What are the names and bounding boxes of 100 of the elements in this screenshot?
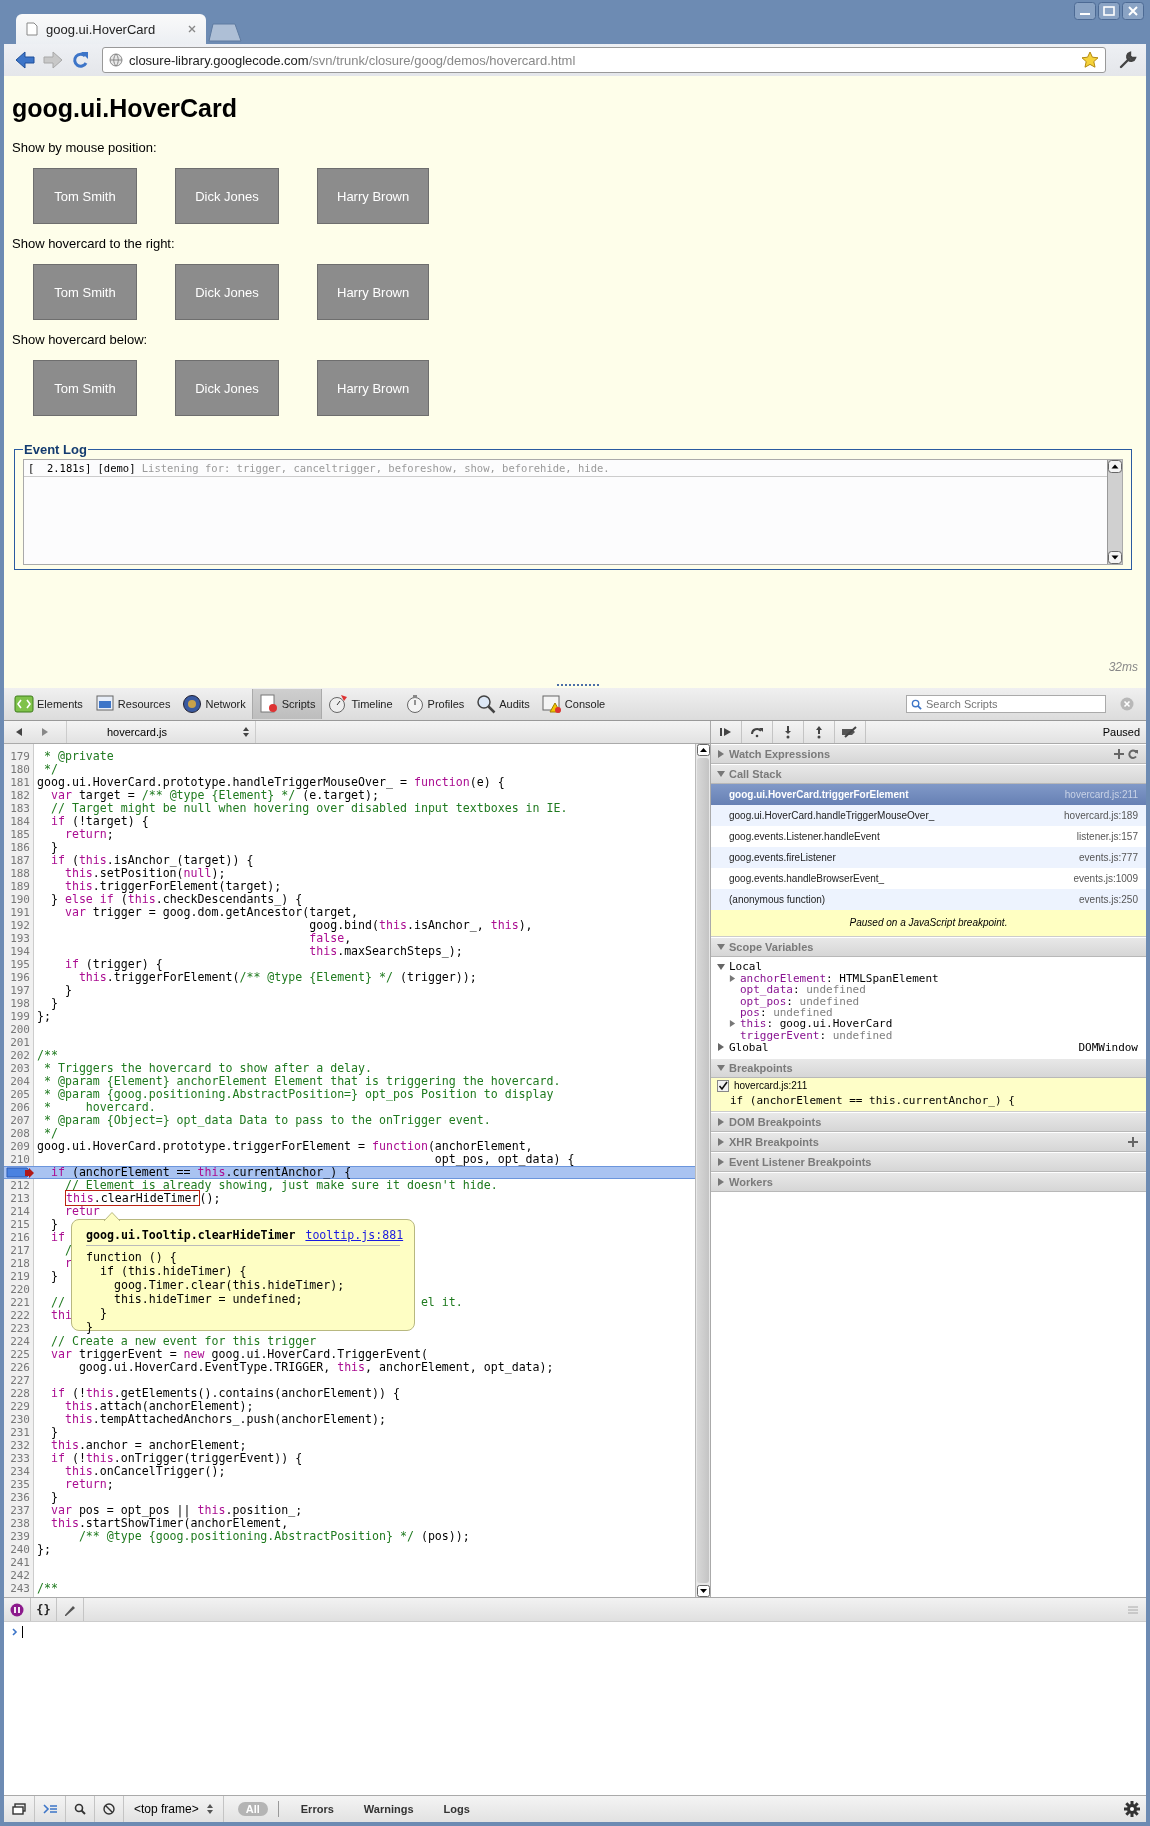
line-number[interactable]: 214 [4,1205,34,1218]
line-number[interactable]: 194 [4,945,34,958]
refresh-icon[interactable] [1128,749,1138,759]
reload-icon[interactable] [70,50,90,70]
line-number[interactable]: 220 [4,1283,34,1296]
back-icon[interactable] [14,727,24,737]
maximize-icon[interactable] [1098,2,1120,20]
line-number[interactable]: 187 [4,854,34,867]
person-button[interactable]: Dick Jones [175,264,279,320]
line-number[interactable]: 190 [4,893,34,906]
wrench-icon[interactable] [1118,50,1138,70]
section-header[interactable]: Scope Variables [711,937,1146,957]
line-number[interactable]: 219 [4,1270,34,1283]
line-number[interactable]: 216 [4,1231,34,1244]
person-button[interactable]: Dick Jones [175,168,279,224]
line-number[interactable]: 236 [4,1491,34,1504]
checkbox[interactable] [717,1079,729,1092]
add-icon[interactable] [1114,749,1124,759]
line-number[interactable]: 180 [4,763,34,776]
line-number[interactable]: 200 [4,1023,34,1036]
panel-tab[interactable]: Profiles [398,689,471,719]
source-link[interactable]: tooltip.js:881 [305,1228,404,1243]
line-number[interactable]: 229 [4,1400,34,1413]
panel-tab[interactable]: Scripts [251,689,323,719]
filter-tab[interactable]: Warnings [355,1802,422,1816]
search-icon[interactable] [74,1803,86,1815]
line-number[interactable]: 227 [4,1374,34,1387]
deactivate-breakpoints-icon[interactable] [841,726,859,738]
line-number[interactable]: 221 [4,1296,34,1309]
line-number[interactable]: 184 [4,815,34,828]
breakpoint-location[interactable]: hovercard.js:211 [734,1080,808,1092]
line-number[interactable]: 241 [4,1556,34,1569]
person-button[interactable]: Harry Brown [317,360,430,416]
disclosure-triangle-icon[interactable] [717,962,725,971]
line-number[interactable]: 218 [4,1257,34,1270]
call-stack-frame[interactable]: (anonymous function) events.js:250 [711,889,1146,910]
forward-icon[interactable] [40,727,50,737]
step-over-icon[interactable] [750,726,764,738]
line-number[interactable]: 243 [4,1582,34,1595]
scroll-up-icon[interactable] [1108,460,1122,473]
line-number[interactable]: 193 [4,932,34,945]
section-header[interactable]: DOM Breakpoints [711,1111,1146,1132]
close-icon[interactable] [1122,2,1144,20]
line-number[interactable]: 204 [4,1075,34,1088]
line-number[interactable]: 182 [4,789,34,802]
disclosure-triangle-icon[interactable] [717,1043,725,1052]
line-number[interactable]: 212 [4,1179,34,1192]
line-number[interactable]: 224 [4,1335,34,1348]
star-icon[interactable] [1081,51,1099,69]
breakpoint-marker[interactable] [6,1167,32,1178]
line-number[interactable]: 199 [4,1010,34,1023]
call-stack-frame[interactable]: goog.events.Listener.handleEvent listener.js:157 [711,826,1146,847]
line-number[interactable]: 240 [4,1543,34,1556]
call-stack-frame[interactable]: goog.ui.HoverCard.triggerForElement hovercard.js:211 [711,784,1146,805]
panel-tab[interactable]: Timeline [322,689,399,719]
line-number[interactable]: 226 [4,1361,34,1374]
line-number[interactable]: 238 [4,1517,34,1530]
line-number[interactable]: 223 [4,1322,34,1335]
line-number[interactable]: 210 [4,1153,34,1166]
section-header[interactable]: Event Listener Breakpoints [711,1151,1146,1172]
filter-tab[interactable]: Errors [292,1802,342,1816]
person-button[interactable]: Tom Smith [33,360,137,416]
person-button[interactable]: Harry Brown [317,168,430,224]
line-number[interactable]: 189 [4,880,34,893]
line-number[interactable]: 205 [4,1088,34,1101]
section-header[interactable]: Watch Expressions [711,744,1146,764]
line-number[interactable]: 242 [4,1569,34,1582]
scrollbar[interactable] [695,744,710,1597]
line-number[interactable]: 198 [4,997,34,1010]
scope-name[interactable]: Global [729,1040,769,1054]
line-number[interactable]: 231 [4,1426,34,1439]
call-stack-frame[interactable]: goog.events.handleBrowserEvent_ events.js:1009 [711,868,1146,889]
search-field[interactable]: Search Scripts [906,695,1106,713]
line-number[interactable]: 234 [4,1465,34,1478]
person-button[interactable]: Tom Smith [33,168,137,224]
line-number[interactable]: 201 [4,1036,34,1049]
line-number[interactable]: 185 [4,828,34,841]
line-number[interactable]: 183 [4,802,34,815]
line-number[interactable]: 215 [4,1218,34,1231]
line-number[interactable]: 192 [4,919,34,932]
line-number[interactable]: 208 [4,1127,34,1140]
person-button[interactable]: Harry Brown [317,264,430,320]
line-number[interactable]: 232 [4,1439,34,1452]
call-stack-frame[interactable]: goog.ui.HoverCard.handleTriggerMouseOver_ hovercard.js:189 [711,805,1146,826]
line-number[interactable]: 209 [4,1140,34,1153]
section-header[interactable]: Call Stack [711,764,1146,784]
line-number[interactable]: 202 [4,1049,34,1062]
resume-icon[interactable] [719,726,733,738]
person-button[interactable]: Tom Smith [33,264,137,320]
line-number[interactable]: 203 [4,1062,34,1075]
line-number[interactable]: 179 [4,750,34,763]
person-button[interactable]: Dick Jones [175,360,279,416]
pretty-print-button[interactable]: {} [31,1598,57,1621]
panel-tab[interactable]: Audits [470,689,536,719]
disclosure-triangle-icon[interactable] [729,1020,736,1028]
console-icon[interactable] [43,1803,57,1815]
line-number[interactable]: 233 [4,1452,34,1465]
browser-tab[interactable]: goog.ui.HoverCard [16,14,206,44]
section-header[interactable]: Breakpoints [711,1057,1146,1078]
resize-handle[interactable] [556,682,602,688]
